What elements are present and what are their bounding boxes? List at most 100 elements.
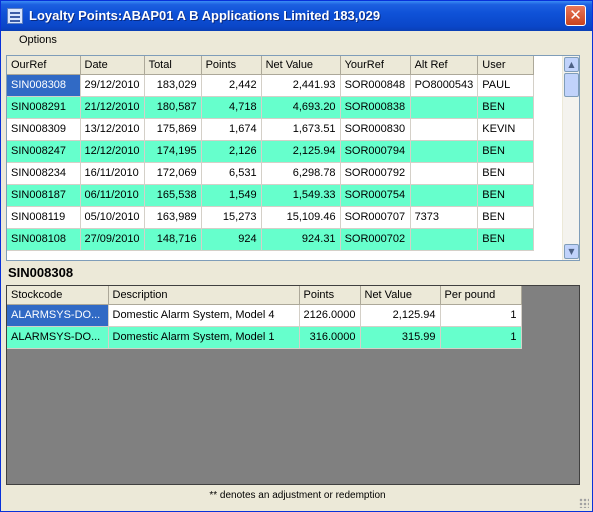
col-header-points[interactable]: Points bbox=[201, 56, 262, 75]
col-header-net-value[interactable]: Net Value bbox=[261, 56, 341, 75]
invoices-vertical-scrollbar[interactable]: ▲ ▼ bbox=[562, 56, 579, 260]
cell-stockcode[interactable]: ALARMSYS-DO... bbox=[7, 326, 109, 349]
cell-date[interactable]: 29/12/2010 bbox=[80, 74, 145, 97]
cell-net-value[interactable]: 2,441.93 bbox=[261, 74, 341, 97]
cell-yourref[interactable]: SOR000707 bbox=[340, 206, 411, 229]
cell-total[interactable]: 165,538 bbox=[144, 184, 202, 207]
cell-net-value[interactable]: 6,298.78 bbox=[261, 162, 341, 185]
cell-points[interactable]: 4,718 bbox=[201, 96, 262, 119]
cell-total[interactable]: 183,029 bbox=[144, 74, 202, 97]
scroll-up-arrow-icon[interactable]: ▲ bbox=[564, 57, 579, 72]
cell-ourref[interactable]: SIN008308 bbox=[7, 74, 81, 97]
cell-points[interactable]: 15,273 bbox=[201, 206, 262, 229]
col-header-per-pound[interactable]: Per pound bbox=[440, 286, 522, 305]
cell-date[interactable]: 05/10/2010 bbox=[80, 206, 145, 229]
col-header-stockcode[interactable]: Stockcode bbox=[7, 286, 109, 305]
table-row[interactable]: SIN008291 21/12/2010 180,587 4,718 4,693… bbox=[7, 96, 535, 119]
table-row[interactable]: SIN008108 27/09/2010 148,716 924 924.31 … bbox=[7, 228, 535, 251]
menu-options[interactable]: Options bbox=[19, 34, 57, 46]
cell-yourref[interactable]: SOR000848 bbox=[340, 74, 411, 97]
cell-yourref[interactable]: SOR000838 bbox=[340, 96, 411, 119]
cell-net-value[interactable]: 924.31 bbox=[261, 228, 341, 251]
cell-yourref[interactable]: SOR000792 bbox=[340, 162, 411, 185]
cell-date[interactable]: 16/11/2010 bbox=[80, 162, 145, 185]
cell-ourref[interactable]: SIN008119 bbox=[7, 206, 81, 229]
table-row[interactable]: SIN008247 12/12/2010 174,195 2,126 2,125… bbox=[7, 140, 535, 163]
cell-date[interactable]: 21/12/2010 bbox=[80, 96, 145, 119]
invoices-grid[interactable]: OurRef Date Total Points Net Value YourR… bbox=[6, 55, 580, 261]
table-row[interactable]: ALARMSYS-DO... Domestic Alarm System, Mo… bbox=[7, 326, 522, 349]
cell-points[interactable]: 6,531 bbox=[201, 162, 262, 185]
detail-grid[interactable]: Stockcode Description Points Net Value P… bbox=[6, 285, 580, 485]
col-header-description[interactable]: Description bbox=[108, 286, 300, 305]
cell-points[interactable]: 2,126 bbox=[201, 140, 262, 163]
cell-net-value[interactable]: 2,125.94 bbox=[261, 140, 341, 163]
cell-alt-ref[interactable] bbox=[410, 184, 479, 207]
cell-yourref[interactable]: SOR000794 bbox=[340, 140, 411, 163]
cell-alt-ref[interactable] bbox=[410, 96, 479, 119]
col-header-user[interactable]: User bbox=[477, 56, 535, 75]
scroll-down-arrow-icon[interactable]: ▼ bbox=[564, 244, 579, 259]
col-header-alt-ref[interactable]: Alt Ref bbox=[410, 56, 479, 75]
col-header-yourref[interactable]: YourRef bbox=[340, 56, 411, 75]
cell-net-value[interactable]: 315.99 bbox=[360, 326, 441, 349]
cell-alt-ref[interactable]: 7373 bbox=[410, 206, 479, 229]
cell-user[interactable]: BEN bbox=[477, 228, 535, 251]
cell-points[interactable]: 2,442 bbox=[201, 74, 262, 97]
cell-points[interactable]: 2126.0000 bbox=[299, 304, 361, 327]
table-row[interactable]: SIN008119 05/10/2010 163,989 15,273 15,1… bbox=[7, 206, 535, 229]
table-row[interactable]: SIN008309 13/12/2010 175,869 1,674 1,673… bbox=[7, 118, 535, 141]
cell-yourref[interactable]: SOR000830 bbox=[340, 118, 411, 141]
col-header-points[interactable]: Points bbox=[299, 286, 361, 305]
table-row[interactable]: SIN008308 29/12/2010 183,029 2,442 2,441… bbox=[7, 74, 535, 97]
cell-yourref[interactable]: SOR000702 bbox=[340, 228, 411, 251]
cell-date[interactable]: 06/11/2010 bbox=[80, 184, 145, 207]
cell-user[interactable]: BEN bbox=[477, 96, 535, 119]
cell-total[interactable]: 172,069 bbox=[144, 162, 202, 185]
cell-per-pound[interactable]: 1 bbox=[440, 304, 522, 327]
cell-user[interactable]: PAUL bbox=[477, 74, 535, 97]
cell-net-value[interactable]: 4,693.20 bbox=[261, 96, 341, 119]
cell-user[interactable]: BEN bbox=[477, 140, 535, 163]
cell-description[interactable]: Domestic Alarm System, Model 1 bbox=[108, 326, 300, 349]
cell-date[interactable]: 27/09/2010 bbox=[80, 228, 145, 251]
scroll-thumb[interactable] bbox=[564, 73, 579, 97]
cell-ourref[interactable]: SIN008309 bbox=[7, 118, 81, 141]
cell-total[interactable]: 148,716 bbox=[144, 228, 202, 251]
cell-net-value[interactable]: 1,673.51 bbox=[261, 118, 341, 141]
cell-alt-ref[interactable]: PO8000543 bbox=[410, 74, 479, 97]
cell-date[interactable]: 12/12/2010 bbox=[80, 140, 145, 163]
col-header-ourref[interactable]: OurRef bbox=[7, 56, 81, 75]
cell-alt-ref[interactable] bbox=[410, 162, 479, 185]
cell-per-pound[interactable]: 1 bbox=[440, 326, 522, 349]
cell-yourref[interactable]: SOR000754 bbox=[340, 184, 411, 207]
cell-total[interactable]: 180,587 bbox=[144, 96, 202, 119]
cell-points[interactable]: 1,549 bbox=[201, 184, 262, 207]
cell-user[interactable]: BEN bbox=[477, 162, 535, 185]
col-header-total[interactable]: Total bbox=[144, 56, 202, 75]
cell-total[interactable]: 174,195 bbox=[144, 140, 202, 163]
table-row[interactable]: SIN008234 16/11/2010 172,069 6,531 6,298… bbox=[7, 162, 535, 185]
cell-ourref[interactable]: SIN008291 bbox=[7, 96, 81, 119]
cell-net-value[interactable]: 1,549.33 bbox=[261, 184, 341, 207]
close-button[interactable]: ✕ bbox=[565, 5, 586, 26]
cell-points[interactable]: 316.0000 bbox=[299, 326, 361, 349]
cell-points[interactable]: 924 bbox=[201, 228, 262, 251]
cell-ourref[interactable]: SIN008108 bbox=[7, 228, 81, 251]
cell-ourref[interactable]: SIN008187 bbox=[7, 184, 81, 207]
cell-alt-ref[interactable] bbox=[410, 140, 479, 163]
cell-net-value[interactable]: 2,125.94 bbox=[360, 304, 441, 327]
col-header-date[interactable]: Date bbox=[80, 56, 145, 75]
cell-net-value[interactable]: 15,109.46 bbox=[261, 206, 341, 229]
col-header-net-value[interactable]: Net Value bbox=[360, 286, 441, 305]
cell-stockcode[interactable]: ALARMSYS-DO... bbox=[7, 304, 109, 327]
cell-points[interactable]: 1,674 bbox=[201, 118, 262, 141]
cell-description[interactable]: Domestic Alarm System, Model 4 bbox=[108, 304, 300, 327]
cell-total[interactable]: 163,989 bbox=[144, 206, 202, 229]
cell-alt-ref[interactable] bbox=[410, 118, 479, 141]
table-row[interactable]: SIN008187 06/11/2010 165,538 1,549 1,549… bbox=[7, 184, 535, 207]
cell-ourref[interactable]: SIN008247 bbox=[7, 140, 81, 163]
cell-total[interactable]: 175,869 bbox=[144, 118, 202, 141]
resize-grip-icon[interactable] bbox=[579, 498, 589, 508]
cell-user[interactable]: BEN bbox=[477, 206, 535, 229]
